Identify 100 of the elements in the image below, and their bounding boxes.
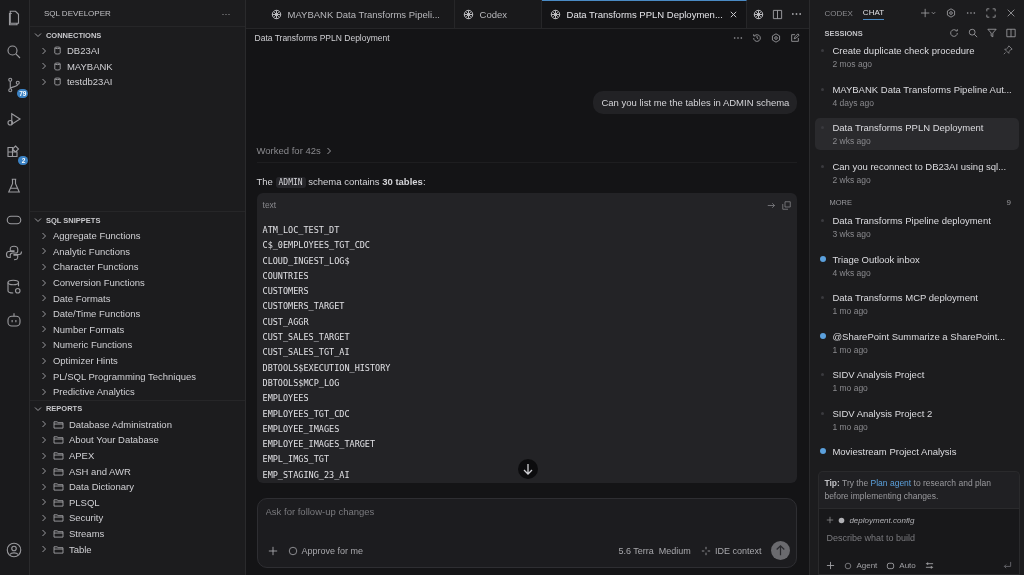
- session-item[interactable]: Create duplicate check procedure 2 mos ago: [815, 41, 1019, 73]
- editor-tab[interactable]: Codex: [454, 0, 542, 28]
- code-line: CUST_AGGR: [262, 315, 309, 329]
- session-time: 1 mo ago: [832, 344, 869, 355]
- folder-icon: [52, 419, 64, 429]
- tree-item[interactable]: APEX: [29, 447, 245, 464]
- tree-item[interactable]: Data Dictionary: [29, 478, 245, 495]
- approve-button[interactable]: Approve for me: [287, 545, 364, 556]
- folder-icon: [52, 482, 64, 492]
- settings-icon[interactable]: [771, 33, 782, 43]
- panel-tab[interactable]: CODEX: [824, 6, 853, 20]
- close-icon[interactable]: [1006, 8, 1016, 18]
- tree-item[interactable]: MAYBANK: [29, 58, 245, 75]
- tree-item[interactable]: Conversion Functions: [29, 274, 245, 291]
- auto-button[interactable]: Auto: [886, 561, 916, 570]
- worked-toggle[interactable]: Worked for 42s: [256, 145, 798, 163]
- fullscreen-icon[interactable]: [986, 8, 996, 18]
- send-button[interactable]: [771, 541, 791, 560]
- code-line: EMPL_IMGS_TGT: [262, 453, 330, 467]
- add-icon[interactable]: [921, 8, 936, 18]
- enter-icon[interactable]: [1003, 561, 1012, 570]
- sidebar-toggle-icon[interactable]: [1006, 28, 1016, 38]
- folder-icon: [52, 544, 64, 554]
- tree-item[interactable]: Table: [29, 541, 245, 557]
- session-time: 2 wks ago: [832, 174, 872, 185]
- session-item[interactable]: Triage Outlook inbox 4 wks ago: [815, 249, 1019, 281]
- more-icon[interactable]: [966, 11, 976, 15]
- add-icon[interactable]: [267, 545, 278, 556]
- code-language: text: [262, 200, 277, 210]
- panel-tab[interactable]: CHAT: [862, 6, 885, 20]
- agent-button[interactable]: Agent: [844, 561, 878, 570]
- context-button[interactable]: IDE context: [700, 545, 762, 556]
- code-line: CUSTOMERS: [262, 285, 309, 299]
- tree-item[interactable]: PLSQL: [29, 494, 245, 511]
- pin-icon[interactable]: [1003, 45, 1013, 55]
- code-line: EMPLOYEE_IMAGES: [262, 422, 340, 436]
- session-item[interactable]: SIDV Analysis Project 1 mo ago: [815, 365, 1019, 397]
- editor-tab[interactable]: MAYBANK Data Transforms Pipeli...: [262, 0, 455, 28]
- session-item[interactable]: Data Transforms MCP deployment 1 mo ago: [815, 288, 1019, 320]
- more-icon[interactable]: [733, 36, 744, 40]
- tree-item[interactable]: PL/SQL Programming Techniques: [29, 368, 245, 384]
- follow-up-field[interactable]: Ask for follow-up changes Approve for me 5.6 Terra Medium IDE context: [256, 498, 798, 568]
- sidebar-title: SQL DEVELOPER: [43, 9, 111, 20]
- session-title: Moviestream Project Analysis: [832, 446, 957, 457]
- code-line: ATM_LOC_TEST_DT: [262, 224, 340, 237]
- tree-item[interactable]: Predictive Analytics: [29, 383, 245, 400]
- code-line: COUNTRIES: [262, 269, 309, 283]
- tree-item[interactable]: Numeric Functions: [29, 337, 245, 353]
- code-line: EMPLOYEE_IMAGES_TARGET: [262, 438, 376, 452]
- split-editor-icon[interactable]: [771, 8, 783, 20]
- more-icon[interactable]: [790, 12, 802, 16]
- search-icon[interactable]: [968, 28, 978, 38]
- tree-item[interactable]: Number Formats: [29, 321, 245, 338]
- session-item[interactable]: SIDV Analysis Project 2 1 mo ago: [815, 403, 1019, 435]
- history-icon[interactable]: [752, 33, 763, 43]
- sliders-icon[interactable]: [924, 561, 934, 570]
- tree-item[interactable]: ASH and AWR: [29, 463, 245, 479]
- editor-tab[interactable]: Data Transforms PPLN Deploymen...: [541, 0, 747, 28]
- edit-icon[interactable]: [790, 33, 801, 43]
- copy-icon[interactable]: [782, 200, 792, 210]
- user-message: Can you list me the tables in ADMIN schema: [593, 91, 798, 114]
- tree-item[interactable]: Analytic Functions: [29, 243, 245, 260]
- chevron-down-icon: [33, 31, 42, 39]
- tree-item[interactable]: Date/Time Functions: [29, 305, 245, 322]
- tree-item[interactable]: About Your Database: [29, 432, 245, 448]
- tree-item[interactable]: Aggregate Functions: [29, 228, 245, 244]
- file-chip[interactable]: deployment.config: [826, 513, 1012, 527]
- code-line: EMPLOYEES: [262, 392, 309, 406]
- refresh-icon[interactable]: [949, 28, 959, 38]
- tree-item[interactable]: Character Functions: [29, 259, 245, 275]
- folder-icon: [52, 513, 64, 523]
- plan-agent-link[interactable]: Plan agent: [870, 478, 912, 488]
- session-title: SIDV Analysis Project: [832, 369, 925, 380]
- database-icon[interactable]: [5, 277, 24, 296]
- filter-icon[interactable]: [987, 28, 997, 38]
- model-selector[interactable]: 5.6 Terra Medium: [618, 545, 691, 556]
- tree-item[interactable]: DB23AI: [29, 43, 245, 59]
- session-item[interactable]: Data Transforms Pipeline deployment 3 wks ago: [815, 211, 1019, 243]
- account-icon[interactable]: [5, 541, 24, 559]
- tree-item[interactable]: testdb23AI: [29, 74, 245, 90]
- tree-item[interactable]: Streams: [29, 525, 245, 542]
- session-time: 4 days ago: [832, 97, 875, 108]
- tree-item[interactable]: Database Administration: [29, 416, 245, 433]
- tree-item[interactable]: Date Formats: [29, 290, 245, 306]
- session-item[interactable]: Can you reconnect to DB23AI using sql... 2 wks ago: [815, 156, 1019, 188]
- chat-title: Data Transforms PPLN Deployment: [254, 33, 390, 43]
- composer-field[interactable]: deployment.config Describe what to build Agent Auto: [818, 508, 1020, 575]
- session-item[interactable]: Moviestream Project Analysis: [815, 442, 1019, 471]
- session-item[interactable]: Data Transforms PPLN Deployment 2 wks ago: [815, 118, 1019, 150]
- settings-icon[interactable]: [946, 8, 956, 18]
- scroll-down-icon[interactable]: [517, 459, 538, 479]
- session-item[interactable]: MAYBANK Data Transforms Pipeline Aut... 4 days ago: [815, 79, 1019, 111]
- session-item[interactable]: @SharePoint Summarize a SharePoint... 1 mo ago: [815, 326, 1019, 358]
- add-icon[interactable]: [826, 561, 836, 570]
- close-icon[interactable]: [728, 10, 738, 19]
- chevron-right-icon: [324, 146, 333, 155]
- more-button[interactable]: ···: [221, 9, 231, 23]
- tree-item[interactable]: Optimizer Hints: [29, 352, 245, 369]
- code-line: EMP_STAGING_23_AI: [262, 468, 350, 482]
- tree-item[interactable]: Security: [29, 510, 245, 526]
